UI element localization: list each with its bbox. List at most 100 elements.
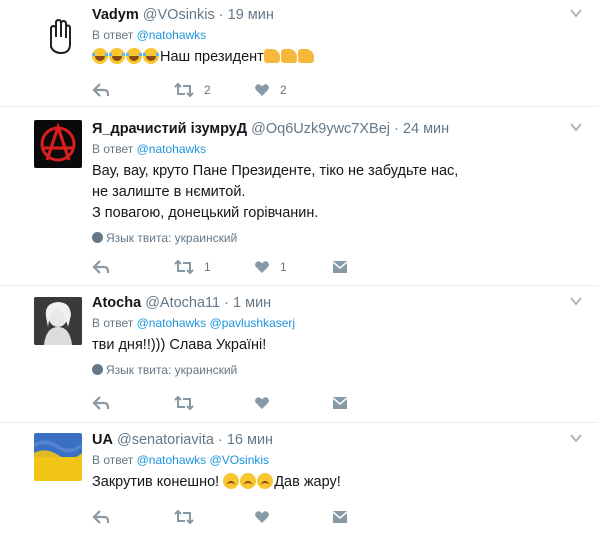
display-name[interactable]: Я_драчистий ізумруД (92, 121, 247, 137)
retweet-button[interactable] (174, 507, 204, 527)
separator: · (224, 295, 229, 311)
reply-context: В ответ @natohawks (92, 27, 578, 43)
heart-icon (255, 261, 269, 273)
heart-icon (255, 511, 269, 523)
muscle-emoji-icon (280, 49, 297, 63)
anarchy-symbol-icon (40, 121, 76, 162)
joy-emoji-icon (126, 48, 142, 64)
tweet-text-line: Наш президент (160, 49, 264, 65)
retweet-icon (174, 510, 194, 524)
direct-message-button[interactable] (332, 257, 348, 277)
retweet-icon (174, 396, 194, 410)
retweet-button[interactable]: 2 (174, 80, 211, 100)
user-handle[interactable]: @Atocha11 (145, 295, 220, 311)
mention-link[interactable]: @VOsinkis (210, 453, 270, 467)
envelope-icon (332, 397, 348, 409)
timestamp[interactable]: 19 мин (228, 7, 274, 23)
avatar[interactable] (34, 297, 82, 345)
separator: · (218, 7, 224, 23)
tweet[interactable]: Я_драчистий ізумруД @Oq6Uzk9ywc7XBej · 2… (0, 107, 598, 286)
tweet-language[interactable]: Язык твита: украинский (92, 362, 578, 378)
reply-context: В ответ @natohawks @pavlushkaserj (92, 315, 578, 331)
tweet[interactable]: UA @senatoriavita · 16 мин В ответ @nato… (0, 423, 598, 535)
tweet-language[interactable]: Язык твита: украинский (92, 230, 578, 246)
avatar[interactable] (34, 120, 82, 168)
tweet-text-line: тви дня!!))) Слава Україні! (92, 337, 267, 353)
mention-link[interactable]: @natohawks (137, 453, 207, 467)
language-label: Язык твита: украинский (106, 231, 238, 245)
mention-link[interactable]: @natohawks (137, 28, 207, 42)
reply-context: В ответ @natohawks (92, 141, 578, 157)
reply-button[interactable] (92, 80, 110, 100)
reply-prefix: В ответ (92, 28, 134, 42)
joy-emoji-icon (92, 48, 108, 64)
globe-icon (92, 364, 103, 375)
like-button[interactable]: 1 (254, 257, 287, 277)
tweet-text: Наш президент (92, 47, 578, 68)
tweet-header: Vadym @VOsinkis · 19 мин (92, 6, 578, 24)
reply-button[interactable] (92, 257, 110, 277)
tweet-text-line: Закрутив конешно! (92, 474, 220, 490)
joy-emoji-icon (109, 48, 125, 64)
separator: · (217, 432, 223, 448)
retweet-button[interactable]: 1 (174, 257, 211, 277)
mention-link[interactable]: @natohawks (137, 316, 207, 330)
heart-icon (255, 397, 269, 409)
user-handle[interactable]: @Oq6Uzk9ywc7XBej (251, 121, 390, 137)
reply-icon (92, 510, 110, 524)
like-button[interactable]: 2 (254, 80, 287, 100)
reply-button[interactable] (92, 393, 110, 413)
tweet-header: Я_драчистий ізумруД @Oq6Uzk9ywc7XBej · 2… (92, 120, 578, 138)
tweet-text-line: Дав жару! (274, 474, 341, 490)
timestamp[interactable]: 16 мин (227, 432, 273, 448)
retweet-count: 1 (204, 260, 211, 274)
tweet-text-line: З повагою, донецький горівчанин. (92, 205, 319, 221)
raised-hand-icon (50, 18, 71, 55)
retweet-button[interactable] (174, 393, 204, 413)
display-name[interactable]: Vadym (92, 7, 139, 23)
like-button[interactable] (254, 507, 280, 527)
tweet[interactable]: Vadym @VOsinkis · 19 мин В ответ @natoha… (0, 0, 598, 107)
retweet-icon (174, 260, 194, 274)
tweet-header: UA @senatoriavita · 16 мин (92, 431, 578, 449)
avatar[interactable] (34, 433, 82, 481)
reply-prefix: В ответ (92, 453, 134, 467)
user-handle[interactable]: @senatoriavita (117, 432, 214, 448)
mention-link[interactable]: @natohawks (137, 142, 207, 156)
reply-button[interactable] (92, 507, 110, 527)
disappointed-emoji-icon (257, 473, 274, 489)
portrait-photo-icon (34, 297, 82, 345)
reply-icon (92, 83, 110, 97)
timestamp[interactable]: 24 мин (403, 121, 449, 137)
globe-icon (92, 232, 103, 243)
language-label: Язык твита: украинский (106, 363, 238, 377)
tweet[interactable]: Atocha @Atocha11 · 1 мин В ответ @natoha… (0, 286, 598, 423)
user-handle[interactable]: @VOsinkis (143, 7, 215, 23)
tweet-header: Atocha @Atocha11 · 1 мин (92, 294, 578, 312)
display-name[interactable]: UA (92, 432, 113, 448)
avatar[interactable] (34, 11, 82, 59)
envelope-icon (332, 261, 348, 273)
retweet-count: 2 (204, 83, 211, 97)
direct-message-button[interactable] (332, 507, 348, 527)
tweet-text-line: не залиште в нємитой. (92, 184, 246, 200)
ukraine-flag-icon (34, 433, 82, 481)
heart-icon (255, 84, 269, 96)
tweet-text: Закрутив конешно! Дав жару! (92, 472, 578, 493)
reply-prefix: В ответ (92, 142, 134, 156)
like-button[interactable] (254, 393, 280, 413)
joy-emoji-icon (143, 48, 159, 64)
timestamp[interactable]: 1 мин (233, 295, 271, 311)
retweet-icon (174, 83, 194, 97)
tweet-text: Вау, вау, круто Пане Президенте, тіко не… (92, 161, 578, 224)
separator: · (394, 121, 399, 137)
display-name[interactable]: Atocha (92, 295, 141, 311)
like-count: 1 (280, 260, 287, 274)
direct-message-button[interactable] (332, 393, 348, 413)
reply-context: В ответ @natohawks @VOsinkis (92, 452, 578, 468)
disappointed-emoji-icon (223, 473, 240, 489)
mention-link[interactable]: @pavlushkaserj (210, 316, 296, 330)
tweet-text: тви дня!!))) Слава Україні! (92, 335, 578, 356)
tweet-text-line: Вау, вау, круто Пане Президенте, тіко не… (92, 163, 459, 179)
muscle-emoji-icon (263, 49, 280, 63)
